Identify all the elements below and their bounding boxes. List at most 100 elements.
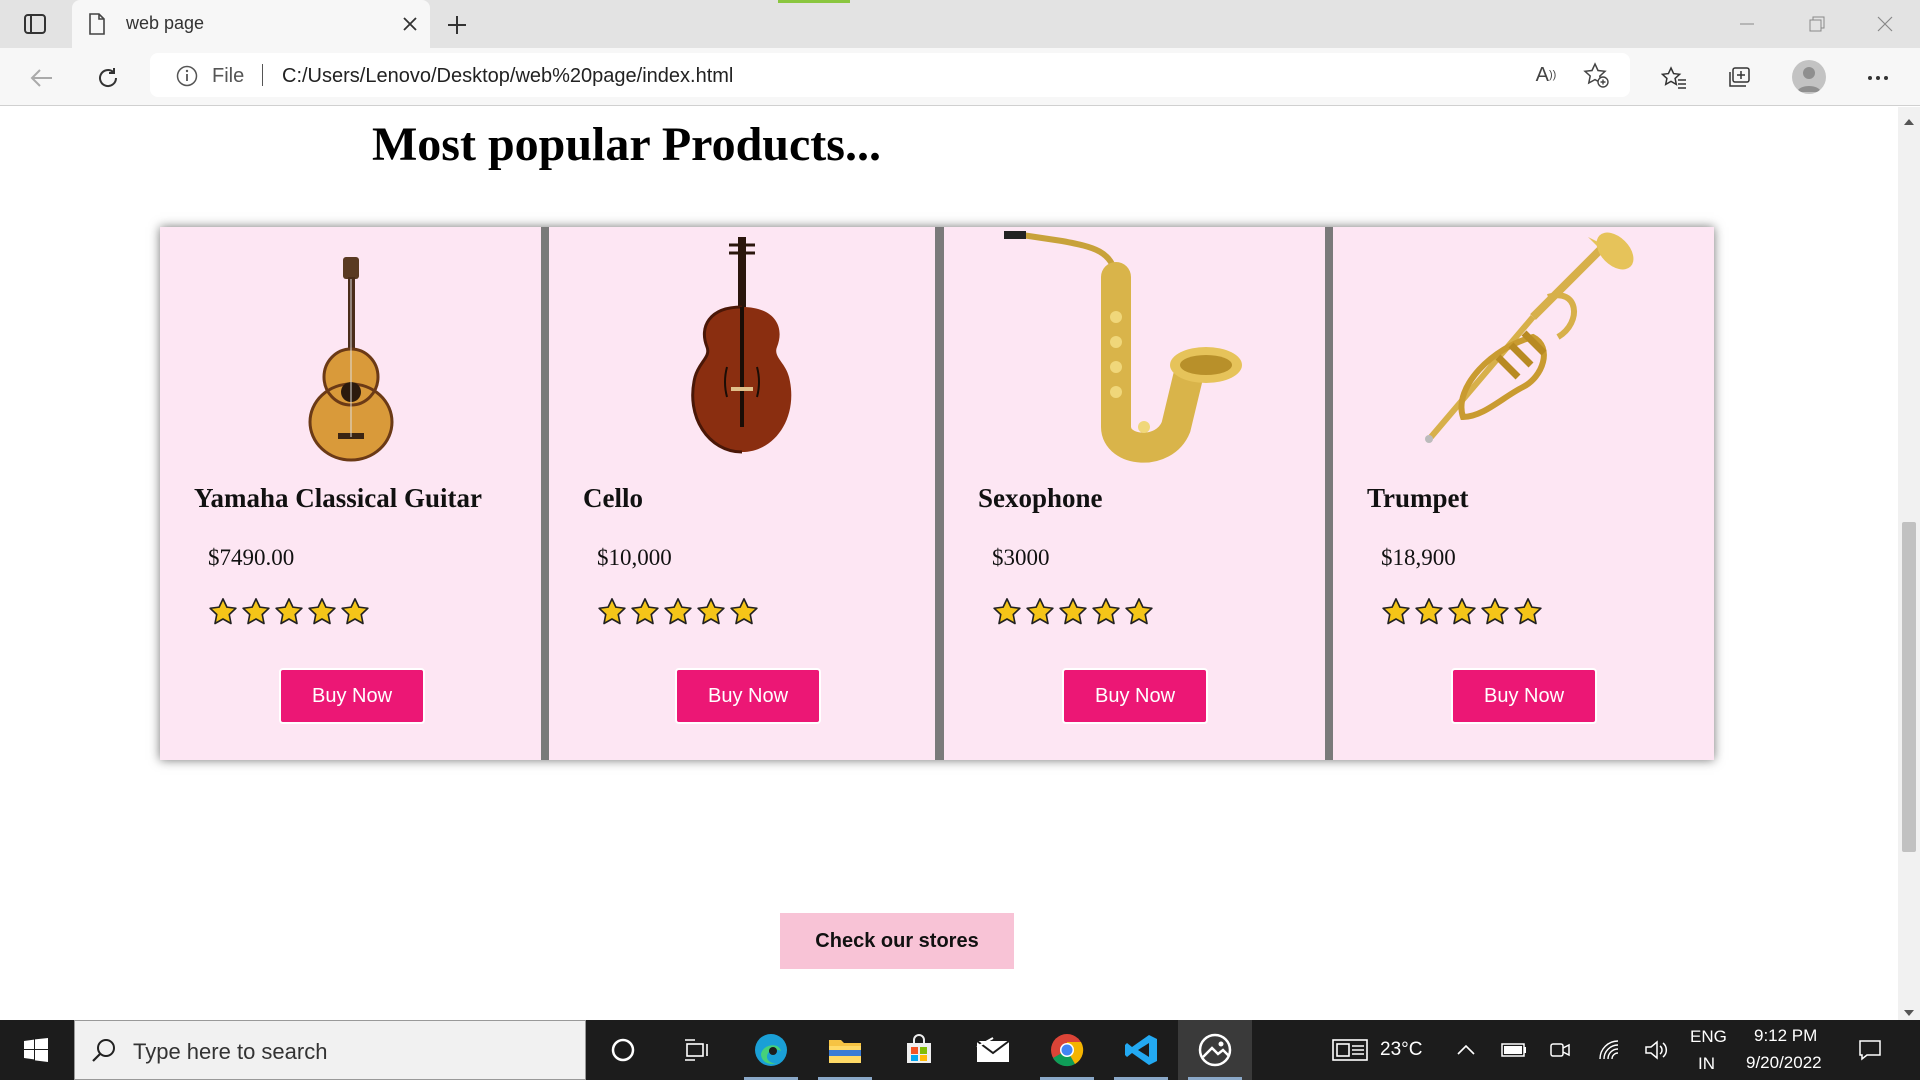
chevron-up-icon[interactable] bbox=[1452, 1036, 1480, 1064]
star-icon bbox=[1514, 598, 1542, 625]
info-icon[interactable] bbox=[176, 65, 198, 92]
star-icon bbox=[209, 598, 237, 625]
minimize-icon[interactable] bbox=[1732, 10, 1762, 38]
notification-icon[interactable] bbox=[1856, 1036, 1884, 1064]
cello-image bbox=[691, 237, 792, 454]
star-icon bbox=[1026, 598, 1054, 625]
read-aloud-icon[interactable]: A)) bbox=[1530, 61, 1562, 89]
profile-avatar[interactable] bbox=[1792, 60, 1826, 94]
star-icon bbox=[275, 598, 303, 625]
cortana-icon[interactable] bbox=[586, 1020, 660, 1080]
star-icon bbox=[730, 598, 758, 625]
product-name: Cello bbox=[583, 483, 643, 513]
product-card: Sexophone $3000 Buy Now bbox=[944, 227, 1325, 760]
mail-icon[interactable] bbox=[956, 1020, 1030, 1080]
product-price: $3000 bbox=[992, 545, 1050, 570]
taskbar-search[interactable]: Type here to search bbox=[74, 1020, 586, 1080]
rating-stars bbox=[208, 597, 370, 627]
product-price: $18,900 bbox=[1381, 545, 1456, 570]
new-tab-icon[interactable] bbox=[442, 10, 472, 40]
region-label[interactable]: IN bbox=[1698, 1054, 1715, 1074]
browser-toolbar: File C:/Users/Lenovo/Desktop/web%20page/… bbox=[0, 48, 1920, 106]
star-icon bbox=[664, 598, 692, 625]
vscode-icon[interactable] bbox=[1104, 1020, 1178, 1080]
scheme-label: File bbox=[212, 65, 245, 87]
scroll-up-icon[interactable] bbox=[1904, 113, 1914, 131]
document-icon bbox=[88, 13, 106, 40]
buy-now-button[interactable]: Buy Now bbox=[675, 668, 821, 724]
weather-icon[interactable] bbox=[1330, 1036, 1370, 1064]
page-heading: Most popular Products... bbox=[372, 118, 881, 171]
star-icon bbox=[242, 598, 270, 625]
product-price: $7490.00 bbox=[208, 545, 295, 570]
close-window-icon[interactable] bbox=[1870, 10, 1900, 38]
guitar-image bbox=[308, 257, 394, 462]
restore-icon[interactable] bbox=[1802, 10, 1832, 38]
page-scrollbar[interactable] bbox=[1898, 107, 1920, 1020]
address-separator bbox=[262, 64, 263, 86]
star-icon bbox=[1481, 598, 1509, 625]
tab-web-page[interactable]: web page bbox=[72, 0, 430, 48]
product-name: Trumpet bbox=[1367, 483, 1469, 513]
star-icon bbox=[1125, 598, 1153, 625]
microsoft-store-icon[interactable] bbox=[882, 1020, 956, 1080]
network-icon[interactable] bbox=[1596, 1036, 1624, 1064]
add-favorite-icon[interactable] bbox=[1580, 61, 1612, 89]
product-card: Cello $10,000 Buy Now bbox=[549, 227, 935, 760]
edge-icon[interactable] bbox=[734, 1020, 808, 1080]
check-stores-button[interactable]: Check our stores bbox=[780, 913, 1014, 969]
star-icon bbox=[598, 598, 626, 625]
temperature[interactable]: 23°C bbox=[1380, 1039, 1422, 1061]
clock-date[interactable]: 9/20/2022 bbox=[1746, 1053, 1822, 1073]
meet-now-icon[interactable] bbox=[1546, 1036, 1574, 1064]
product-name: Yamaha Classical Guitar bbox=[194, 483, 483, 513]
more-menu-icon[interactable] bbox=[1860, 60, 1896, 96]
rating-stars bbox=[597, 597, 759, 627]
back-icon[interactable] bbox=[24, 60, 60, 96]
rating-stars bbox=[992, 597, 1154, 627]
search-icon bbox=[91, 1037, 117, 1068]
task-view-icon[interactable] bbox=[660, 1020, 734, 1080]
product-price: $10,000 bbox=[597, 545, 672, 570]
tab-actions-icon[interactable] bbox=[18, 10, 52, 38]
chrome-icon[interactable] bbox=[1030, 1020, 1104, 1080]
star-icon bbox=[697, 598, 725, 625]
star-icon bbox=[1382, 598, 1410, 625]
tab-title: web page bbox=[126, 13, 205, 33]
tab-strip: web page bbox=[0, 0, 1920, 48]
photos-icon[interactable] bbox=[1178, 1020, 1252, 1080]
collections-icon[interactable] bbox=[1722, 60, 1758, 96]
product-name: Sexophone bbox=[978, 483, 1103, 513]
clock-time[interactable]: 9:12 PM bbox=[1754, 1026, 1817, 1046]
star-icon bbox=[993, 598, 1021, 625]
page-viewport: Most popular Products... Yamaha Classica… bbox=[0, 107, 1898, 1020]
trumpet-image bbox=[1425, 232, 1634, 443]
buy-now-button[interactable]: Buy Now bbox=[1062, 668, 1208, 724]
star-icon bbox=[1415, 598, 1443, 625]
windows-taskbar: Type here to search 23°C ENG IN 9:12 PM … bbox=[0, 1020, 1920, 1080]
battery-icon[interactable] bbox=[1500, 1036, 1528, 1064]
loading-indicator bbox=[778, 0, 850, 3]
file-explorer-icon[interactable] bbox=[808, 1020, 882, 1080]
product-card: Trumpet $18,900 Buy Now bbox=[1333, 227, 1714, 760]
star-icon bbox=[631, 598, 659, 625]
star-icon bbox=[341, 598, 369, 625]
close-tab-icon[interactable] bbox=[398, 12, 422, 36]
product-grid: Yamaha Classical Guitar $7490.00 Buy Now… bbox=[160, 227, 1714, 760]
scroll-thumb[interactable] bbox=[1902, 522, 1916, 852]
star-icon bbox=[1059, 598, 1087, 625]
favorites-icon[interactable] bbox=[1656, 60, 1692, 96]
saxophone-image bbox=[1004, 231, 1242, 463]
product-card: Yamaha Classical Guitar $7490.00 Buy Now bbox=[160, 227, 541, 760]
address-bar[interactable]: File C:/Users/Lenovo/Desktop/web%20page/… bbox=[150, 53, 1630, 97]
star-icon bbox=[1092, 598, 1120, 625]
search-placeholder: Type here to search bbox=[133, 1039, 328, 1064]
buy-now-button[interactable]: Buy Now bbox=[279, 668, 425, 724]
language-label[interactable]: ENG bbox=[1690, 1027, 1727, 1047]
refresh-icon[interactable] bbox=[90, 60, 126, 96]
star-icon bbox=[1448, 598, 1476, 625]
url-text[interactable]: C:/Users/Lenovo/Desktop/web%20page/index… bbox=[282, 65, 733, 88]
windows-start-icon[interactable] bbox=[0, 1020, 72, 1080]
buy-now-button[interactable]: Buy Now bbox=[1451, 668, 1597, 724]
volume-icon[interactable] bbox=[1642, 1036, 1670, 1064]
